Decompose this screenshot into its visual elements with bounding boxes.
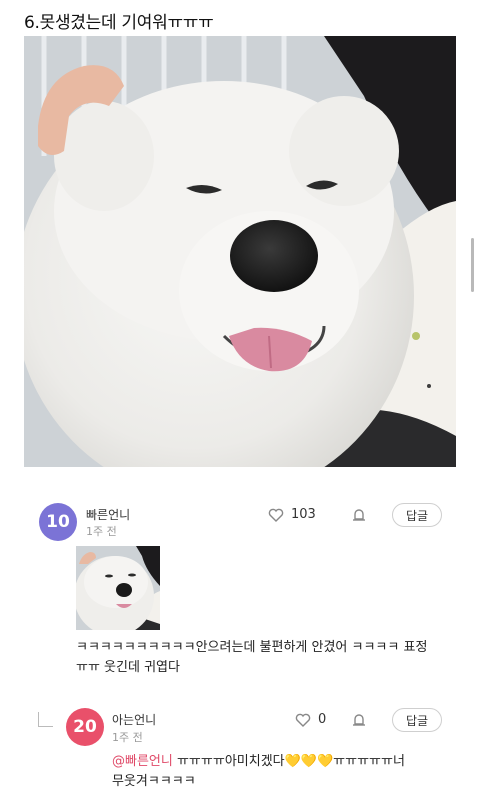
siren-icon: [353, 714, 365, 726]
comment-text: @빠른언니 ㅠㅠㅠㅠ아미치겠다💛💛💛ㅠㅠㅠㅠㅠ너 무웃겨ㅋㅋㅋㅋ: [112, 752, 472, 792]
comment-text-line: ㅋㅋㅋㅋㅋㅋㅋㅋㅋㅋ안으려는데 불편하게 안겼어 ㅋㅋㅋㅋ 표정: [76, 640, 428, 655]
siren-icon: [353, 509, 365, 521]
reply-button[interactable]: 답글: [392, 503, 442, 527]
mention-link[interactable]: @빠른언니: [112, 754, 173, 769]
report-button[interactable]: [352, 712, 366, 732]
like-count: 0: [318, 712, 327, 727]
comment-text-line: 무웃겨ㅋㅋㅋㅋ: [112, 774, 196, 789]
comment-author[interactable]: 아는언니: [112, 711, 156, 728]
report-button[interactable]: [352, 507, 366, 527]
comment-author[interactable]: 빠른언니: [86, 506, 130, 523]
dog-photo: [24, 36, 456, 467]
heart-icon: [295, 713, 311, 727]
avatar[interactable]: 10: [39, 503, 77, 541]
dog-photo-illustration: [24, 36, 456, 467]
reply-indicator-icon: [38, 712, 53, 727]
comment-time: 1주 전: [112, 731, 143, 744]
comment-time: 1주 전: [86, 525, 117, 538]
like-button[interactable]: 0: [295, 712, 326, 727]
heart-icon: [268, 508, 284, 522]
dog-thumbnail: [76, 546, 160, 630]
comment-text-line: ㅠㅠ 웃긴데 귀엽다: [76, 660, 180, 675]
comment-image[interactable]: [76, 546, 160, 630]
comment-text-line: @빠른언니 ㅠㅠㅠㅠ아미치겠다💛💛💛ㅠㅠㅠㅠㅠ너: [112, 752, 472, 772]
scrollbar[interactable]: [471, 238, 474, 292]
like-count: 103: [291, 507, 316, 522]
comment-text-fragment: ㅠㅠㅠㅠ아미치겠다💛💛💛ㅠㅠㅠㅠㅠ너: [172, 754, 405, 769]
comment-text: ㅋㅋㅋㅋㅋㅋㅋㅋㅋㅋ안으려는데 불편하게 안겼어 ㅋㅋㅋㅋ 표정 ㅠㅠ 웃긴데 …: [76, 638, 466, 678]
post-title: 6.못생겼는데 기여워ㅠㅠㅠ: [24, 13, 214, 33]
reply-button[interactable]: 답글: [392, 708, 442, 732]
like-button[interactable]: 103: [268, 507, 316, 522]
avatar[interactable]: 20: [66, 708, 104, 746]
